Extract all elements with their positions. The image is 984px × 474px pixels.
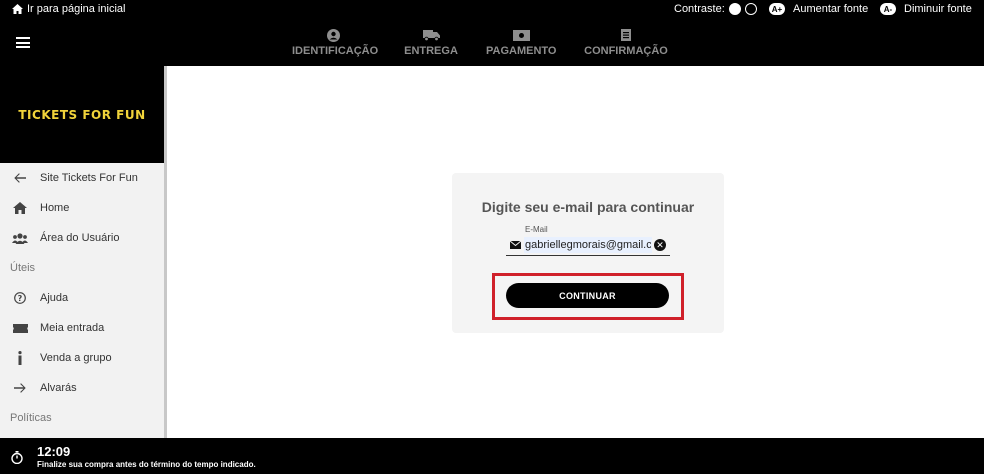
login-title: Digite seu e-mail para continuar: [481, 199, 695, 215]
email-field: ✕: [506, 235, 670, 256]
step-label: IDENTIFICAÇÃO: [292, 45, 379, 57]
logo-text: TICKETS FOR FUN: [18, 107, 146, 122]
timer-message: Finalize sua compra antes do término do …: [37, 460, 256, 469]
skip-link-label: Ir para página inicial: [27, 3, 126, 15]
sidebar-item-site[interactable]: Site Tickets For Fun: [0, 163, 164, 193]
svg-text:?: ?: [18, 294, 23, 303]
sidebar-item-label: Ajuda: [40, 292, 69, 304]
checkout-page: Ir para página inicial Contraste: A+ Aum…: [0, 0, 984, 474]
sidebar-item-label: Alvarás: [40, 382, 77, 394]
step-confirmacao: CONFIRMAÇÃO: [584, 28, 668, 57]
step-label: CONFIRMAÇÃO: [584, 45, 668, 57]
sidebar-item-alvaras[interactable]: Alvarás: [0, 373, 164, 403]
step-label: PAGAMENTO: [486, 45, 557, 57]
users-icon: [12, 232, 28, 244]
continue-button[interactable]: CONTINUAR: [506, 283, 669, 308]
contrast-dark-radio[interactable]: [744, 3, 757, 15]
arrow-left-icon: [14, 173, 26, 183]
skip-to-home-link[interactable]: Ir para página inicial: [12, 3, 125, 15]
checkout-steps: IDENTIFICAÇÃO ENTREGA PAGAMENTO CONFIRMA…: [0, 28, 984, 62]
section-politicas: Políticas: [10, 412, 52, 424]
decrease-font-label: Diminuir fonte: [904, 3, 972, 15]
font-decrease-icon: A-: [880, 3, 896, 15]
sidebar-item-ajuda[interactable]: ? Ajuda: [0, 283, 164, 313]
home-icon: [13, 202, 27, 214]
home-icon: [12, 4, 23, 14]
contrast-label: Contraste:: [674, 3, 725, 15]
increase-font-button[interactable]: A+ Aumentar fonte: [769, 3, 868, 15]
step-identificacao: IDENTIFICAÇÃO: [292, 28, 378, 57]
contrast-control: Contraste:: [674, 3, 757, 15]
sidebar-item-label: Site Tickets For Fun: [40, 172, 138, 184]
clear-input-icon[interactable]: ✕: [654, 239, 666, 251]
section-uteis: Úteis: [10, 262, 36, 274]
timer-value: 12:09: [37, 444, 71, 459]
brand-logo[interactable]: TICKETS FOR FUN: [0, 66, 164, 163]
arrow-right-icon: [14, 383, 26, 393]
decrease-font-button[interactable]: A- Diminuir fonte: [880, 3, 972, 15]
sidebar: TICKETS FOR FUN Site Tickets For Fun Hom…: [0, 66, 167, 438]
money-icon: [512, 29, 530, 41]
truck-icon: [422, 30, 440, 41]
step-entrega: ENTREGA: [404, 28, 458, 57]
sidebar-item-meia-entrada[interactable]: Meia entrada: [0, 313, 164, 343]
step-pagamento: PAGAMENTO: [486, 28, 557, 57]
user-icon: [326, 28, 340, 42]
document-icon: [621, 29, 631, 41]
sidebar-item-label: Meia entrada: [40, 322, 105, 334]
sidebar-item-venda-grupo[interactable]: Venda a grupo: [0, 343, 164, 373]
stopwatch-icon: [11, 451, 23, 464]
email-label: E-Mail: [525, 225, 548, 234]
help-icon: ?: [14, 292, 26, 304]
sidebar-item-label: Home: [40, 202, 70, 214]
accessibility-bar: Ir para página inicial Contraste: A+ Aum…: [0, 0, 984, 20]
step-label: ENTREGA: [404, 45, 458, 57]
email-input[interactable]: [524, 237, 652, 253]
timer-bar: 12:09 Finalize sua compra antes do térmi…: [0, 438, 984, 474]
contrast-light-radio[interactable]: [728, 3, 741, 15]
font-increase-icon: A+: [769, 3, 785, 15]
ticket-icon: [12, 323, 28, 333]
login-card: Digite seu e-mail para continuar E-Mail …: [452, 173, 724, 333]
checkout-header: IDENTIFICAÇÃO ENTREGA PAGAMENTO CONFIRMA…: [0, 20, 984, 66]
mail-icon: [509, 241, 521, 249]
increase-font-label: Aumentar fonte: [793, 3, 869, 15]
sidebar-item-home[interactable]: Home: [0, 193, 164, 223]
sidebar-item-label: Venda a grupo: [40, 352, 112, 364]
sidebar-item-label: Área do Usuário: [40, 232, 120, 244]
sidebar-item-user-area[interactable]: Área do Usuário: [0, 223, 164, 253]
info-icon: [18, 351, 22, 365]
